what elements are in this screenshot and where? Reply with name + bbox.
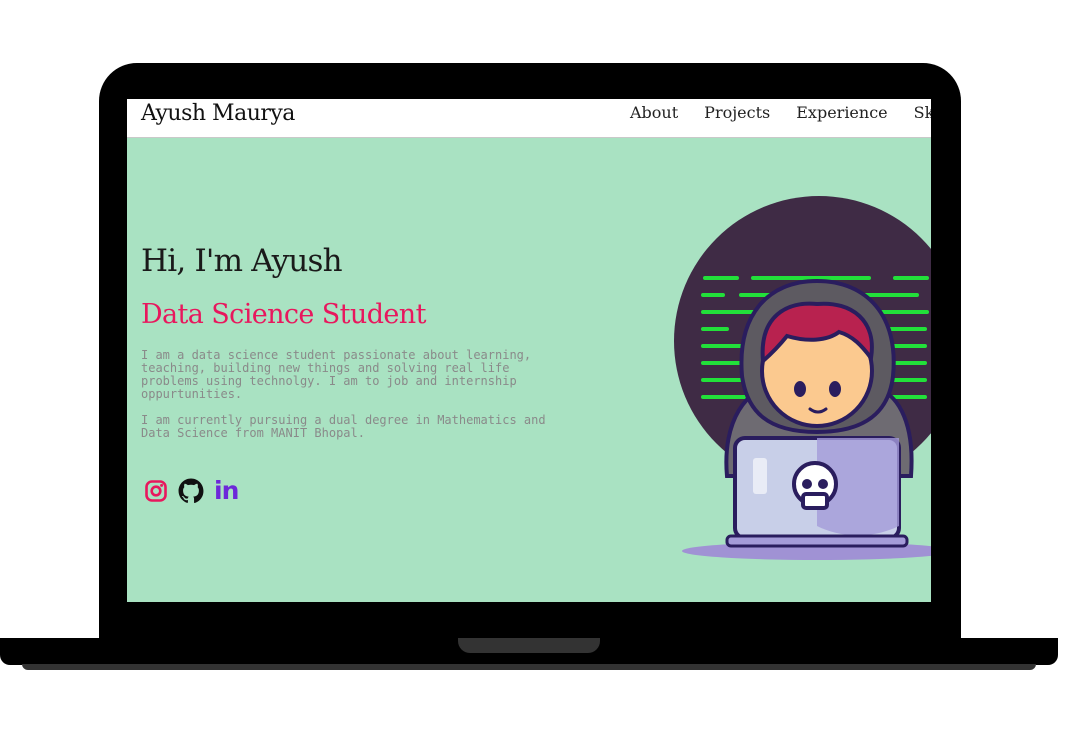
nav-links: About Projects Experience Skills: [630, 99, 931, 127]
left-eye: [794, 381, 806, 397]
laptop-base-shadow: [22, 664, 1036, 670]
github-icon: [178, 478, 204, 503]
navbar: Ayush Maurya About Projects Experience S…: [127, 99, 931, 138]
nav-about[interactable]: About: [630, 99, 678, 127]
instagram-icon: [145, 480, 167, 502]
hero-role: Data Science Student: [141, 299, 426, 330]
bio-paragraph-1: I am a data science student passionate a…: [141, 348, 532, 401]
nav-projects[interactable]: Projects: [704, 99, 770, 127]
social-links: in: [144, 478, 248, 504]
laptop-stand: [725, 534, 909, 548]
linkedin-link[interactable]: in: [214, 476, 239, 505]
laptop-shine: [753, 458, 767, 494]
instagram-link[interactable]: [144, 479, 168, 503]
nav-skills[interactable]: Skills: [914, 99, 931, 127]
bio-paragraph-2: I am currently pursuing a dual degree in…: [141, 413, 546, 440]
right-eye: [829, 381, 841, 397]
laptop-notch: [458, 638, 600, 653]
linkedin-icon: in: [214, 476, 239, 505]
nav-experience[interactable]: Experience: [796, 99, 887, 127]
laptop-screen: Ayush Maurya About Projects Experience S…: [127, 99, 931, 602]
hacker-illustration: [674, 196, 931, 560]
github-link[interactable]: [178, 478, 204, 504]
hero-greeting: Hi, I'm Ayush: [141, 243, 343, 279]
brand-name[interactable]: Ayush Maurya: [141, 99, 295, 129]
skull-icon: [792, 461, 838, 510]
